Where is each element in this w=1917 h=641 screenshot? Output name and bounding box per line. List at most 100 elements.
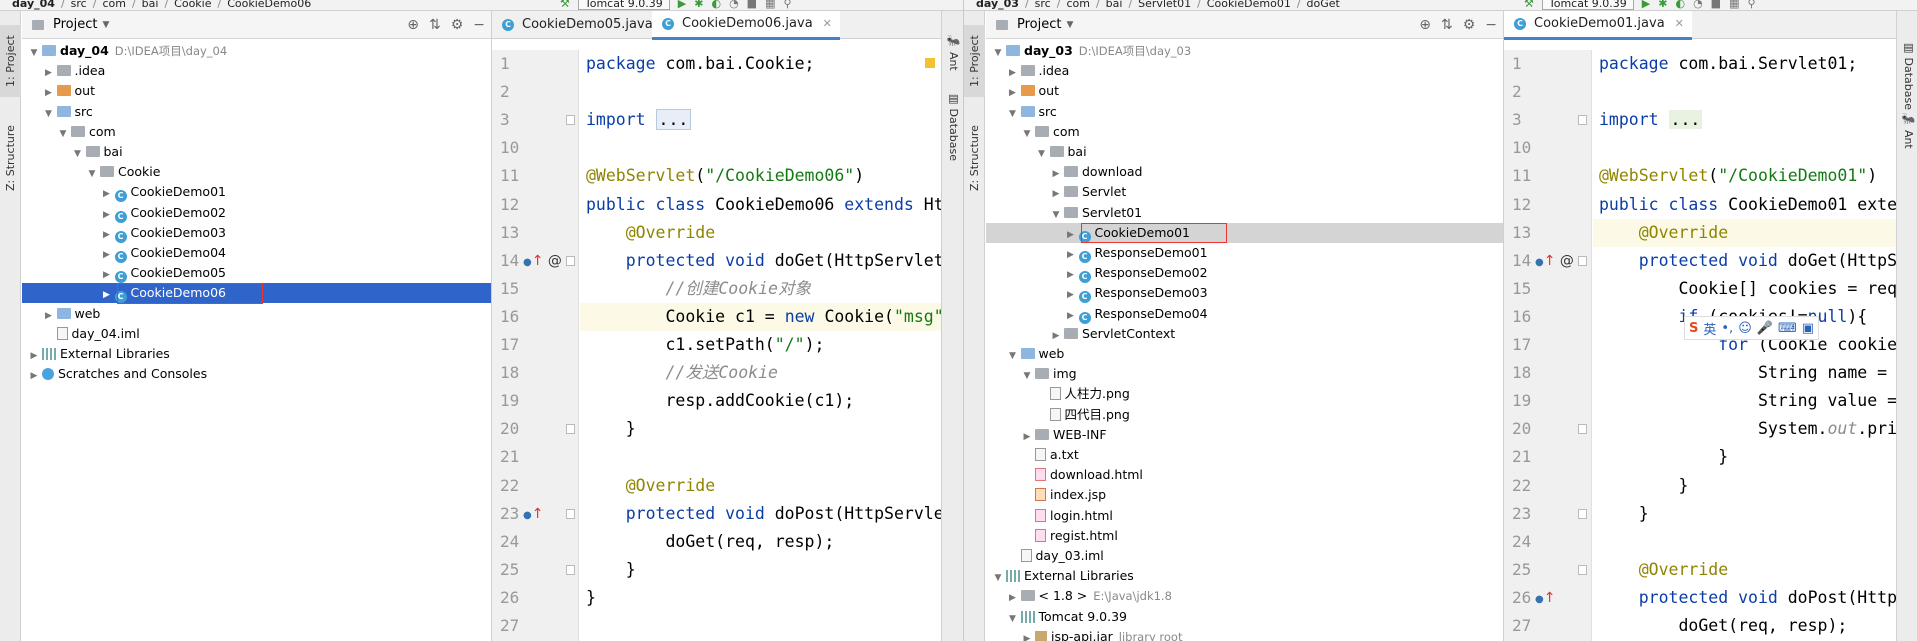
tree-item[interactable]: ▶ .idea: [986, 61, 1503, 81]
punctuation-icon[interactable]: •,: [1721, 321, 1733, 336]
chevron-down-icon[interactable]: ▼: [1066, 11, 1073, 39]
chevron-right-icon[interactable]: ▶: [1007, 63, 1019, 83]
chevron-right-icon[interactable]: ▶: [101, 265, 113, 285]
run-config-select[interactable]: Tomcat 9.0.39: [1541, 0, 1634, 10]
chevron-right-icon[interactable]: ▶: [1050, 184, 1062, 204]
chevron-down-icon[interactable]: ▼: [1007, 346, 1019, 366]
chevron-down-icon[interactable]: ▼: [43, 104, 55, 124]
gutter-marker[interactable]: ●↑: [523, 500, 543, 528]
code-line[interactable]: package com.bai.Servlet01;: [1593, 50, 1896, 78]
chevron-right-icon[interactable]: ▶: [101, 245, 113, 265]
tree-item[interactable]: ▼ External Libraries: [986, 566, 1503, 586]
run-icon[interactable]: ▶: [1642, 0, 1650, 9]
profile-icon[interactable]: ◔: [1693, 0, 1703, 9]
crumb[interactable]: Cookie: [174, 0, 211, 9]
code-line[interactable]: }: [1593, 500, 1896, 528]
override-marker-icon[interactable]: ●: [523, 257, 532, 268]
ant-tool-tab[interactable]: 🐜 Ant: [942, 33, 963, 73]
tree-item[interactable]: ▼ Tomcat 9.0.39: [986, 607, 1503, 627]
run-icon[interactable]: ▶: [678, 0, 686, 9]
implements-arrow-icon[interactable]: ↑: [532, 253, 544, 269]
code-line[interactable]: public class CookieDemo01 extends HttpSe…: [1593, 191, 1896, 219]
crumb[interactable]: src: [1035, 0, 1051, 9]
fold-marker-icon[interactable]: [1578, 255, 1587, 266]
chevron-down-icon[interactable]: ▼: [28, 43, 40, 63]
implements-arrow-icon[interactable]: ↑: [1544, 253, 1556, 269]
crumb[interactable]: day_03: [976, 0, 1019, 9]
fold-marker-icon[interactable]: [566, 255, 575, 266]
tree-item[interactable]: 人柱力.png: [986, 384, 1503, 404]
code-line[interactable]: c1.setPath("/");: [580, 331, 941, 359]
code-line[interactable]: }: [1593, 472, 1896, 500]
chevron-down-icon[interactable]: ▼: [1050, 205, 1062, 225]
tree-item[interactable]: ▶ Scratches and Consoles: [22, 364, 491, 384]
tree-item[interactable]: ▶ C CookieDemo05: [22, 263, 491, 285]
database-tool-tab[interactable]: ▤ Database: [942, 91, 963, 161]
tree-item[interactable]: ▶ web: [22, 304, 491, 324]
chevron-right-icon[interactable]: ▶: [1065, 265, 1077, 285]
hide-icon[interactable]: −: [473, 11, 485, 39]
chevron-down-icon[interactable]: ▼: [72, 144, 84, 164]
tree-item[interactable]: ▶ C ResponseDemo02: [986, 263, 1503, 285]
chevron-down-icon[interactable]: ▼: [102, 11, 109, 39]
fold-marker-icon[interactable]: [1578, 564, 1587, 575]
collapse-icon[interactable]: ⇅: [429, 11, 441, 39]
database-tool-tab[interactable]: ▤ Database: [1897, 41, 1917, 110]
tree-item[interactable]: day_03.iml: [986, 546, 1503, 566]
debug-icon[interactable]: ✱: [1658, 0, 1667, 9]
chevron-right-icon[interactable]: ▶: [28, 346, 40, 366]
tree-item[interactable]: index.jsp: [986, 485, 1503, 505]
code-line[interactable]: [1593, 528, 1896, 556]
gear-icon[interactable]: ⚙: [1463, 11, 1476, 39]
implements-arrow-icon[interactable]: ↑: [532, 506, 544, 522]
code-line[interactable]: Cookie c1 = new Cookie("msg", "hello");: [580, 302, 941, 331]
code-line[interactable]: doGet(req, resp);: [1593, 612, 1896, 640]
build-hammer-icon[interactable]: ⚒: [560, 0, 570, 9]
tree-item[interactable]: ▶ C CookieDemo04: [22, 243, 491, 263]
tree-item[interactable]: ▶ C ResponseDemo04: [986, 304, 1503, 324]
code-line[interactable]: doGet(req, resp);: [580, 528, 941, 556]
code-line[interactable]: public class CookieDemo06 extends HttpSe…: [580, 191, 941, 219]
tree-item[interactable]: a.txt: [986, 445, 1503, 465]
panel-title[interactable]: Project: [53, 11, 97, 39]
fold-marker-icon[interactable]: [566, 424, 575, 435]
hide-icon[interactable]: −: [1485, 11, 1497, 39]
tree-item[interactable]: ▶ download: [986, 162, 1503, 182]
tree-item[interactable]: ▼ bai: [986, 142, 1503, 162]
chevron-right-icon[interactable]: ▶: [1021, 629, 1033, 641]
code-line[interactable]: [580, 134, 941, 162]
tree-item[interactable]: ▶ C ResponseDemo03: [986, 283, 1503, 304]
panel-title[interactable]: Project: [1017, 11, 1061, 39]
chevron-right-icon[interactable]: ▶: [1050, 326, 1062, 346]
annotation-marker-icon[interactable]: @: [1555, 253, 1574, 269]
tree-item[interactable]: ▼ bai: [22, 142, 491, 162]
tree-item[interactable]: ▶ ServletContext: [986, 324, 1503, 344]
chevron-down-icon[interactable]: ▼: [57, 124, 69, 144]
tree-item[interactable]: download.html: [986, 465, 1503, 485]
chevron-right-icon[interactable]: ▶: [101, 225, 113, 245]
chevron-right-icon[interactable]: ▶: [1065, 225, 1077, 245]
project-structure-icon[interactable]: ▦: [765, 0, 775, 9]
tree-item[interactable]: ▼ src: [22, 102, 491, 122]
tree-item[interactable]: ▶ .idea: [22, 61, 491, 81]
code-line[interactable]: @Override: [1593, 556, 1896, 584]
tree-item[interactable]: ▼ com: [986, 122, 1503, 142]
crumb[interactable]: doGet: [1307, 0, 1340, 9]
project-tool-tab[interactable]: 1: Project: [964, 25, 985, 97]
tree-item[interactable]: 四代目.png: [986, 405, 1503, 425]
collapse-icon[interactable]: ⇅: [1441, 11, 1453, 39]
tree-item[interactable]: ▶ C CookieDemo01: [22, 182, 491, 203]
search-icon[interactable]: ⚲: [783, 0, 791, 9]
chevron-right-icon[interactable]: ▶: [1050, 164, 1062, 184]
fold-marker-icon[interactable]: [1578, 508, 1587, 519]
crumb[interactable]: bai: [1106, 0, 1123, 9]
fold-marker-icon[interactable]: [566, 508, 575, 519]
tree-item[interactable]: ▶ C CookieDemo03: [22, 223, 491, 243]
debug-icon[interactable]: ✱: [694, 0, 703, 9]
close-icon[interactable]: ✕: [823, 11, 832, 38]
code-line[interactable]: @Override: [580, 472, 941, 500]
crumb[interactable]: com: [1066, 0, 1090, 9]
tree-item[interactable]: ▶ WEB-INF: [986, 425, 1503, 445]
structure-tool-tab[interactable]: Z: Structure: [964, 113, 985, 203]
tree-item[interactable]: ▼ Servlet01: [986, 203, 1503, 223]
